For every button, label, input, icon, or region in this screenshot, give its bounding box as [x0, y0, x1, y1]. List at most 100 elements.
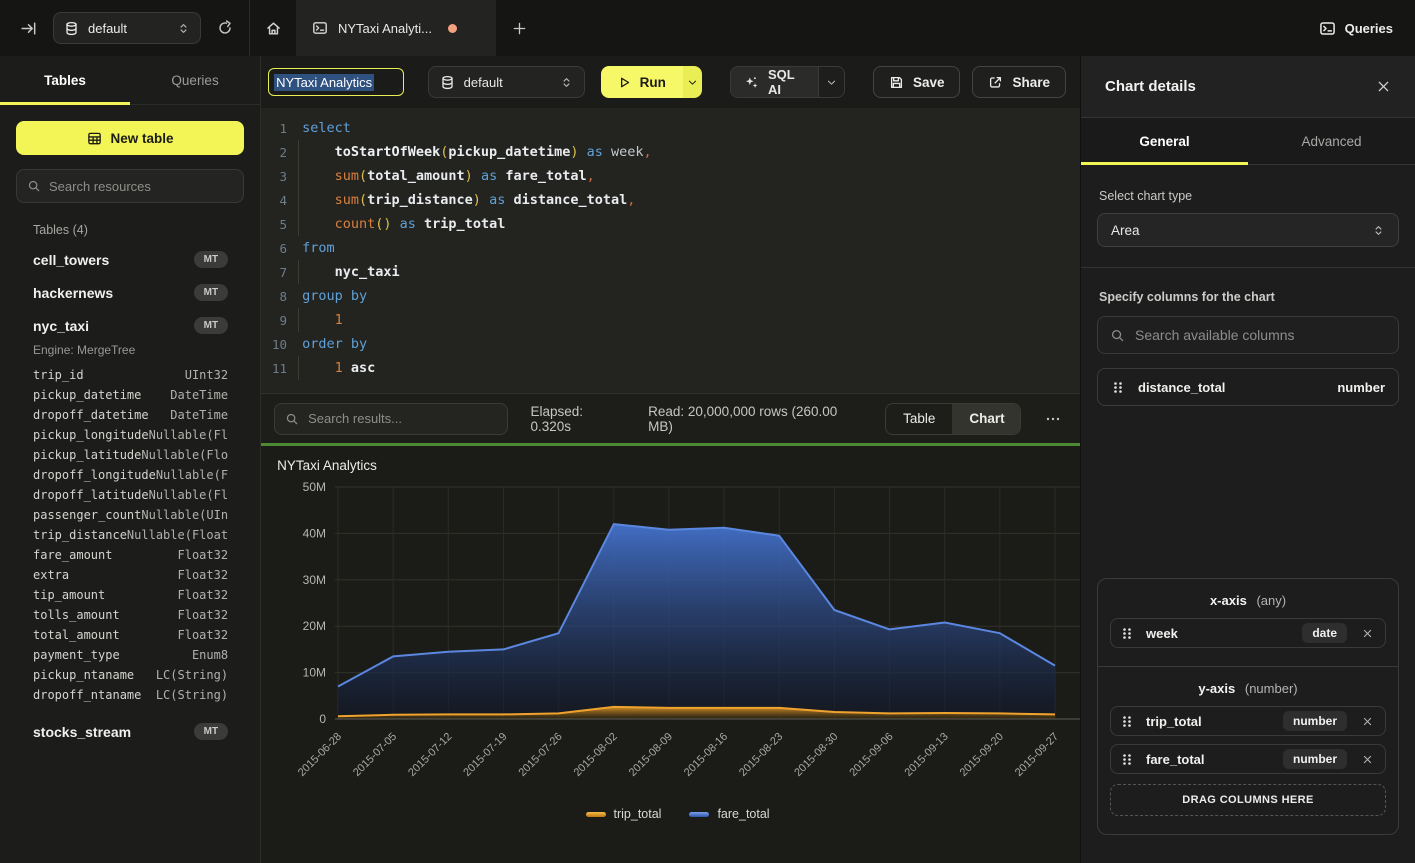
axis-column-item[interactable]: weekdate — [1110, 618, 1386, 648]
run-label: Run — [640, 75, 666, 90]
share-button[interactable]: Share — [972, 66, 1066, 98]
table-name: stocks_stream — [33, 724, 131, 740]
remove-icon[interactable] — [1359, 626, 1376, 641]
remove-icon[interactable] — [1359, 752, 1376, 767]
drag-handle-icon[interactable] — [1120, 752, 1134, 767]
topbar: default NYTaxi Analyti... — [0, 0, 1415, 56]
axis-column-name: fare_total — [1146, 752, 1205, 767]
close-icon[interactable] — [1376, 79, 1391, 94]
svg-text:30M: 30M — [303, 573, 326, 587]
column-name: fare_amount — [33, 548, 112, 562]
database-selector-value: default — [88, 21, 127, 36]
column-name: payment_type — [33, 648, 120, 662]
query-database-selector[interactable]: default — [428, 66, 585, 98]
chart-details-header: Chart details — [1081, 56, 1415, 118]
drag-handle-icon[interactable] — [1111, 380, 1125, 395]
database-selector[interactable]: default — [53, 12, 201, 44]
axis-column-item[interactable]: fare_totalnumber — [1110, 744, 1386, 774]
resource-search — [16, 169, 244, 203]
engine-label: Engine: MergeTree — [33, 343, 228, 357]
query-header: NYTaxi Analytics default — [261, 56, 1080, 108]
available-column-item[interactable]: distance_totalnumber — [1097, 368, 1399, 406]
query-database-value: default — [464, 75, 503, 90]
console-icon — [312, 20, 328, 36]
sidebar-tab-queries[interactable]: Queries — [130, 56, 260, 104]
column-name: total_amount — [33, 628, 120, 642]
new-table-button[interactable]: New table — [16, 121, 244, 155]
legend-item[interactable]: fare_total — [689, 807, 769, 821]
table-view-button[interactable]: Table — [886, 404, 952, 434]
run-options-button[interactable] — [683, 66, 702, 98]
tab-general[interactable]: General — [1081, 118, 1248, 164]
available-column-type: number — [1337, 380, 1385, 395]
svg-text:2015-08-09: 2015-08-09 — [627, 731, 675, 779]
resource-search-input[interactable] — [49, 179, 233, 194]
new-tab-button[interactable] — [496, 0, 542, 56]
sql-ai-button[interactable]: SQL AI — [731, 67, 818, 97]
engine-badge: MT — [194, 251, 228, 268]
results-search-input[interactable] — [308, 411, 497, 426]
database-icon — [440, 75, 455, 90]
home-tab-button[interactable] — [250, 0, 296, 56]
run-button[interactable]: Run — [601, 66, 683, 98]
query-title-input[interactable]: NYTaxi Analytics — [268, 68, 404, 96]
run-button-group: Run — [601, 66, 702, 98]
table-item[interactable]: cell_towers MT — [33, 243, 228, 276]
query-tab[interactable]: NYTaxi Analyti... — [296, 0, 496, 56]
line-number: 3 — [261, 169, 289, 184]
sql-ai-options-button[interactable] — [818, 67, 844, 97]
table-item[interactable]: hackernewsMT — [33, 276, 228, 309]
column-type: Nullable(Flo — [141, 448, 228, 462]
code-line: 8group by — [261, 284, 1080, 308]
chart-type-select[interactable]: Area — [1097, 213, 1399, 247]
sql-editor[interactable]: 1select2 toStartOfWeek(pickup_datetime) … — [261, 108, 1080, 393]
svg-text:0: 0 — [319, 712, 326, 726]
svg-text:2015-09-13: 2015-09-13 — [903, 731, 951, 779]
table-item[interactable]: nyc_taxiMT — [33, 309, 228, 342]
x-axis-section: x-axis (any) weekdate — [1098, 579, 1398, 667]
queries-button[interactable]: Queries — [1345, 21, 1393, 36]
tab-advanced[interactable]: Advanced — [1248, 118, 1415, 164]
column-row: pickup_ntanameLC(String) — [33, 665, 228, 685]
column-row: pickup_longitudeNullable(Fl — [33, 425, 228, 445]
table-name: cell_towers — [33, 252, 109, 268]
svg-text:2015-08-02: 2015-08-02 — [572, 731, 620, 779]
drag-handle-icon[interactable] — [1120, 714, 1134, 729]
legend-item[interactable]: trip_total — [586, 807, 662, 821]
column-name: tip_amount — [33, 588, 105, 602]
sidebar-tab-tables[interactable]: Tables — [0, 56, 130, 104]
columns-search-input[interactable] — [1135, 327, 1386, 343]
column-name: passenger_count — [33, 508, 141, 522]
x-axis-label: x-axis — [1210, 593, 1247, 608]
app-window: default NYTaxi Analyti... — [0, 0, 1415, 863]
topbar-right: Queries — [1297, 0, 1415, 56]
chart-view-button[interactable]: Chart — [952, 404, 1021, 434]
collapse-sidebar-icon[interactable] — [16, 16, 41, 41]
more-options-icon[interactable] — [1043, 411, 1067, 427]
legend-label: trip_total — [614, 807, 662, 821]
column-type: Float32 — [178, 608, 229, 622]
column-row: passenger_countNullable(UIn — [33, 505, 228, 525]
column-type: Nullable(Fl — [149, 488, 228, 502]
refresh-icon[interactable] — [213, 16, 237, 40]
svg-text:2015-06-28: 2015-06-28 — [296, 731, 344, 779]
remove-icon[interactable] — [1359, 714, 1376, 729]
axis-column-name: week — [1146, 626, 1178, 641]
column-row: total_amountFloat32 — [33, 625, 228, 645]
table-item[interactable]: stocks_streamMT — [33, 715, 228, 748]
chart-details-panel: Chart details General Advanced Select ch… — [1080, 56, 1415, 863]
sidebar: Tables Queries New table Tables (4) cell… — [0, 56, 261, 863]
axis-column-name: trip_total — [1146, 714, 1202, 729]
drag-handle-icon[interactable] — [1120, 626, 1134, 641]
save-button[interactable]: Save — [873, 66, 961, 98]
svg-text:2015-08-30: 2015-08-30 — [792, 731, 840, 779]
chevron-updown-icon — [560, 76, 573, 89]
share-icon — [988, 75, 1003, 90]
column-name: pickup_datetime — [33, 388, 141, 402]
axis-column-item[interactable]: trip_totalnumber — [1110, 706, 1386, 736]
chart-details-title: Chart details — [1105, 78, 1196, 95]
drop-columns-area[interactable]: DRAG COLUMNS HERE — [1110, 784, 1386, 816]
area-chart: 010M20M30M40M50M2015-06-282015-07-052015… — [275, 473, 1090, 805]
legend-swatch-icon — [689, 812, 709, 817]
svg-text:2015-07-12: 2015-07-12 — [406, 731, 454, 779]
